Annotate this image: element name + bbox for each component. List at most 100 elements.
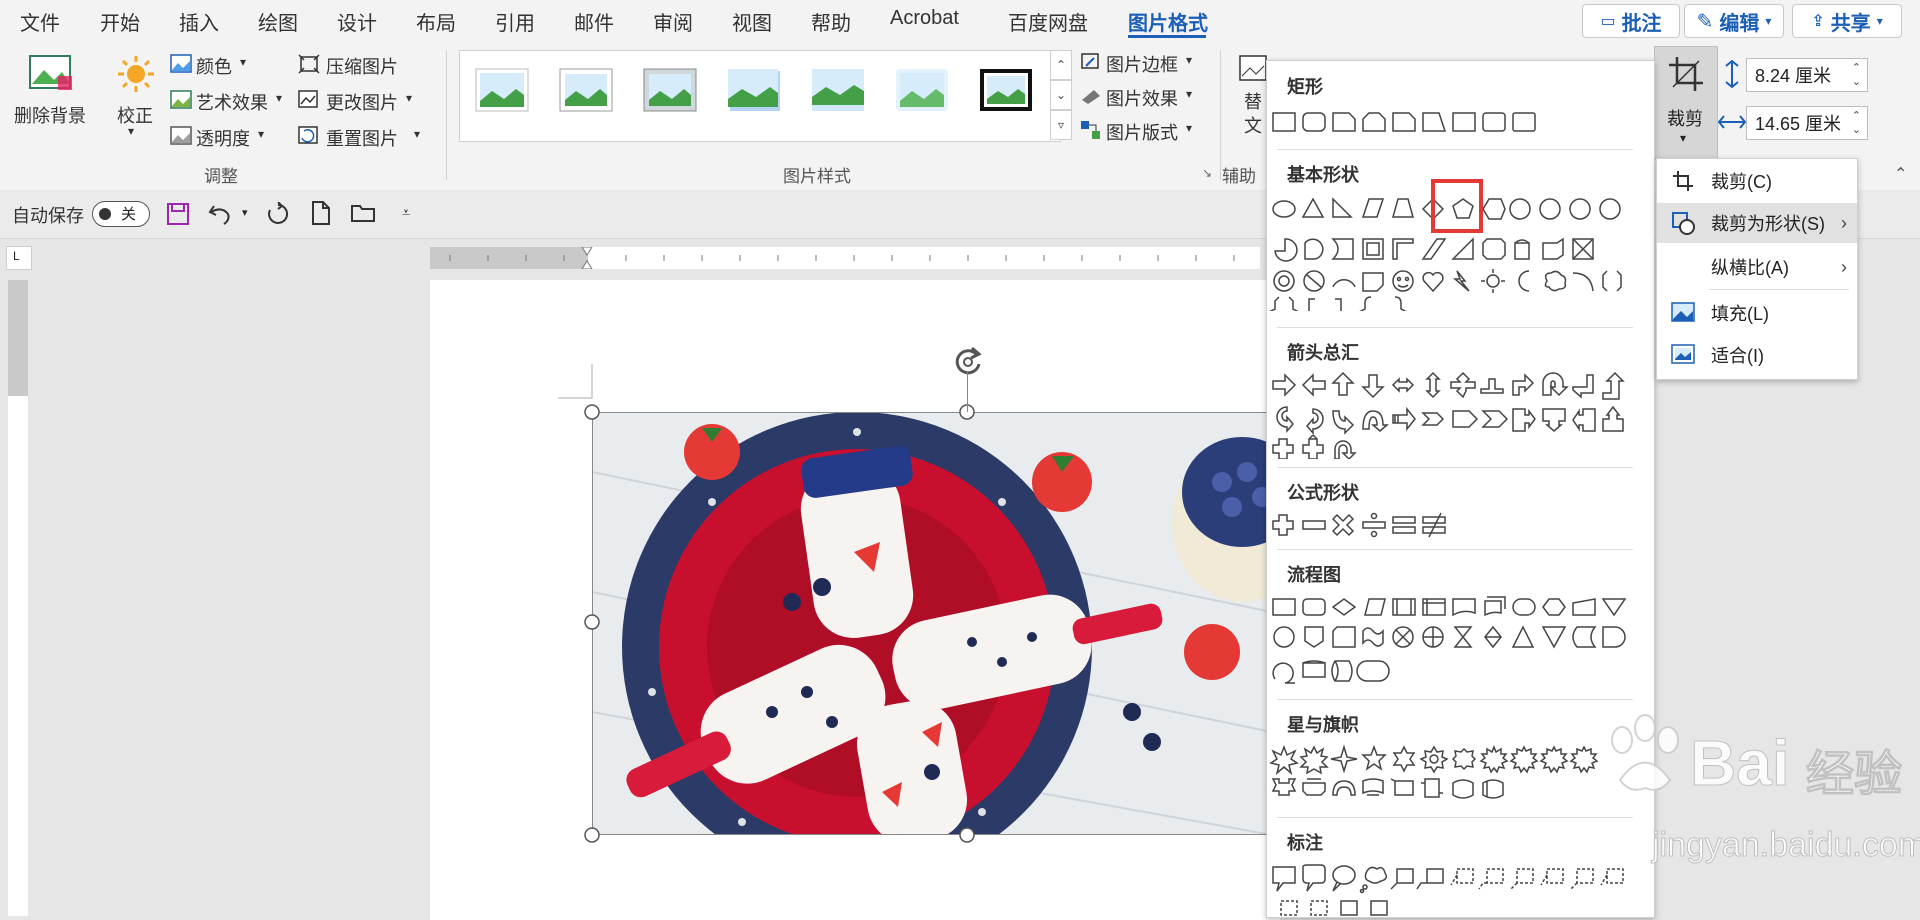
crop-to-shape-menu-item[interactable]: 裁剪为形状(S) ›	[1657, 203, 1857, 243]
change-picture-button[interactable]: 更改图片	[326, 89, 398, 115]
callouts-grid[interactable]	[1267, 861, 1654, 917]
corrections-sun-icon	[116, 54, 156, 94]
redo-icon[interactable]	[266, 202, 290, 226]
height-spinner[interactable]: ⌃ ⌄	[1852, 61, 1861, 89]
transparency-button[interactable]: 透明度	[196, 125, 250, 151]
equation-shapes-row[interactable]	[1267, 509, 1654, 539]
picture-border-button[interactable]: 图片边框	[1106, 51, 1178, 77]
menu-draw[interactable]: 绘图	[258, 7, 298, 36]
collapse-ribbon-icon[interactable]: ⌃	[1894, 164, 1907, 184]
picture-layout-button[interactable]: 图片版式	[1106, 119, 1178, 145]
section-block-arrows: 箭头总汇	[1287, 343, 1359, 363]
menu-picture-format[interactable]: 图片格式	[1128, 7, 1208, 36]
block-arrows-grid[interactable]	[1267, 369, 1654, 459]
section-separator	[1277, 149, 1633, 150]
fill-icon	[1671, 302, 1695, 322]
chevron-down-icon: ▾	[1186, 53, 1193, 67]
compress-picture-icon	[298, 54, 320, 74]
save-icon[interactable]	[166, 202, 190, 226]
picture-style-option[interactable]	[978, 67, 1034, 113]
section-callouts: 标注	[1287, 833, 1323, 853]
stars-banners-grid[interactable]	[1267, 743, 1654, 805]
dialog-launcher-icon[interactable]: ↘	[1202, 166, 1212, 180]
fill-menu-item[interactable]: 填充(L)	[1657, 293, 1857, 333]
aspect-ratio-menu-item[interactable]: 纵横比(A) ›	[1657, 247, 1857, 287]
menu-mailings[interactable]: 邮件	[574, 7, 614, 36]
autosave-toggle[interactable]: 关	[92, 201, 150, 227]
color-icon	[170, 54, 192, 73]
resize-handle[interactable]	[583, 403, 601, 421]
corrections-button[interactable]: 校正	[117, 102, 153, 128]
tab-selector[interactable]: L	[6, 246, 32, 270]
edit-button[interactable]: ✎ 编辑 ▾	[1684, 4, 1784, 38]
remove-background-button[interactable]: 删除背景	[14, 102, 86, 128]
rectangle-shapes-row[interactable]	[1267, 107, 1654, 139]
gallery-scroll-up-button[interactable]: ⌃	[1050, 50, 1072, 80]
fit-menu-item[interactable]: 适合(I)	[1657, 335, 1857, 375]
crop-button[interactable]: 裁剪 ▾	[1654, 46, 1718, 160]
section-flowchart: 流程图	[1287, 565, 1341, 585]
reset-picture-button[interactable]: 重置图片	[326, 125, 398, 151]
picture-effects-icon	[1082, 90, 1100, 104]
width-spinner[interactable]: ⌃ ⌄	[1852, 109, 1861, 137]
share-button[interactable]: ⇪ 共享 ▾	[1792, 4, 1902, 38]
adjust-group-label: 调整	[204, 167, 238, 186]
crop-menu-item[interactable]: 裁剪(C)	[1657, 161, 1857, 201]
undo-dropdown-icon[interactable]: ▾	[242, 206, 248, 219]
resize-handle[interactable]	[583, 613, 601, 631]
share-icon: ⇪	[1811, 13, 1825, 30]
menu-insert[interactable]: 插入	[179, 7, 219, 36]
menu-design[interactable]: 设计	[337, 7, 377, 36]
menu-acrobat[interactable]: Acrobat	[890, 7, 959, 30]
menu-layout[interactable]: 布局	[416, 7, 456, 36]
height-input[interactable]: 8.24 厘米 ⌃ ⌄	[1746, 58, 1868, 92]
crop-icon	[1669, 57, 1703, 91]
artistic-effects-button[interactable]: 艺术效果	[196, 89, 268, 115]
customize-qat-icon[interactable]: ⩡	[402, 204, 410, 221]
menu-file[interactable]: 文件	[20, 7, 60, 36]
menu-bar: 文件 开始 插入 绘图 设计 布局 引用 邮件 审阅 视图 帮助 Acrobat…	[0, 0, 1920, 40]
picture-layout-icon	[1081, 121, 1100, 139]
group-separator	[1220, 50, 1221, 180]
picture-style-option[interactable]	[726, 67, 782, 113]
chevron-down-icon: ▾	[240, 55, 247, 69]
picture-style-option[interactable]	[894, 67, 950, 113]
color-button[interactable]: 颜色	[196, 53, 232, 79]
menu-references[interactable]: 引用	[495, 7, 535, 36]
picture-effects-button[interactable]: 图片效果	[1106, 85, 1178, 111]
menu-review[interactable]: 审阅	[653, 7, 693, 36]
section-equation-shapes: 公式形状	[1287, 483, 1359, 503]
section-basic-shapes: 基本形状	[1287, 165, 1359, 185]
rotate-handle-icon[interactable]	[950, 344, 986, 380]
group-separator	[446, 50, 447, 180]
accessibility-group-label: 辅助	[1222, 167, 1256, 186]
alt-text-button[interactable]: 替	[1244, 88, 1262, 114]
picture-style-option[interactable]	[642, 67, 698, 113]
picture-style-option[interactable]	[558, 67, 614, 113]
chevron-right-icon: ›	[1841, 212, 1847, 233]
chevron-down-icon: ▾	[414, 127, 421, 141]
section-separator	[1277, 699, 1633, 700]
picture-style-option[interactable]	[810, 67, 866, 113]
picture-styles-group-label: 图片样式	[783, 167, 851, 186]
comment-button[interactable]: ▭ 批注	[1582, 4, 1680, 38]
menu-help[interactable]: 帮助	[811, 7, 851, 36]
ruler-ticks	[449, 247, 1235, 269]
new-document-icon[interactable]	[310, 200, 332, 226]
resize-handle[interactable]	[583, 826, 601, 844]
chevron-down-icon: ▾	[406, 91, 413, 105]
open-folder-icon[interactable]	[350, 202, 378, 224]
undo-icon[interactable]	[208, 202, 232, 226]
selected-picture[interactable]	[592, 412, 1272, 835]
menu-home[interactable]: 开始	[100, 7, 140, 36]
menu-baidu-netdisk[interactable]: 百度网盘	[1008, 7, 1088, 36]
flowchart-shapes-grid[interactable]	[1267, 591, 1654, 691]
gallery-more-button[interactable]: ▿	[1050, 110, 1072, 140]
picture-style-option[interactable]	[474, 67, 530, 113]
resize-handle[interactable]	[958, 826, 976, 844]
compress-picture-button[interactable]: 压缩图片	[326, 53, 398, 79]
chevron-down-icon: ▾	[258, 127, 265, 141]
menu-view[interactable]: 视图	[732, 7, 772, 36]
gallery-scroll-down-button[interactable]: ⌄	[1050, 80, 1072, 110]
width-input[interactable]: 14.65 厘米 ⌃ ⌄	[1746, 106, 1868, 140]
